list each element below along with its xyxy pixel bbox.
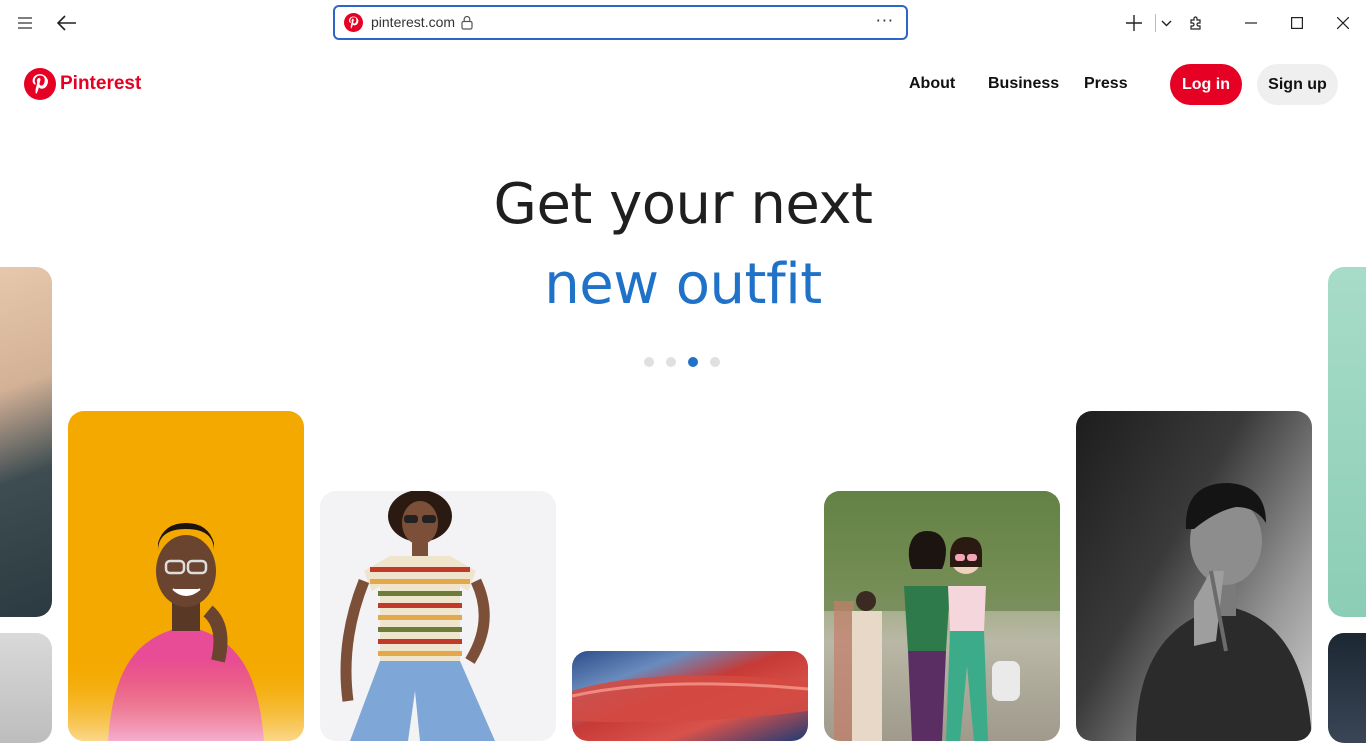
- url-text: pinterest.com: [371, 14, 456, 30]
- signup-button[interactable]: Sign up: [1257, 64, 1338, 105]
- nav-press-link[interactable]: Press: [1084, 75, 1128, 93]
- man-portrait-bw-image: [1136, 483, 1312, 741]
- person-pink-sweater-image: [68, 411, 304, 741]
- two-women-street-image: [824, 491, 1060, 741]
- browser-toolbar: pinterest.com ···: [0, 0, 1366, 46]
- pin-image-card[interactable]: [1328, 633, 1366, 743]
- extensions-puzzle-icon[interactable]: [1181, 8, 1211, 38]
- nav-about-link[interactable]: About: [909, 75, 955, 93]
- nav-business-link[interactable]: Business: [988, 75, 1059, 93]
- pinterest-favicon-icon: [344, 13, 363, 32]
- pin-image-card[interactable]: [1328, 267, 1366, 617]
- address-bar[interactable]: pinterest.com ···: [333, 5, 908, 40]
- hero-headline: Get your next: [493, 172, 873, 237]
- hero-subheadline: new outfit: [544, 252, 822, 317]
- pin-image-card[interactable]: [320, 491, 556, 741]
- pin-image-card[interactable]: [68, 411, 304, 741]
- close-icon[interactable]: [1328, 8, 1358, 38]
- menu-icon[interactable]: [10, 8, 40, 38]
- minimize-icon[interactable]: [1236, 8, 1266, 38]
- more-options-icon[interactable]: ···: [876, 11, 894, 30]
- pin-image-card[interactable]: [0, 633, 52, 743]
- pinterest-logo-icon: [24, 68, 56, 100]
- login-button[interactable]: Log in: [1170, 64, 1242, 105]
- pin-image-card[interactable]: [824, 491, 1060, 741]
- back-arrow-icon[interactable]: [52, 8, 82, 38]
- new-tab-plus-icon[interactable]: [1119, 8, 1149, 38]
- carousel-dot-active[interactable]: [688, 357, 698, 367]
- woman-striped-shirt-image: [340, 491, 495, 741]
- carousel-dot[interactable]: [666, 357, 676, 367]
- carousel-dot[interactable]: [644, 357, 654, 367]
- maximize-icon[interactable]: [1282, 8, 1312, 38]
- lock-icon: [461, 15, 473, 34]
- carousel-dots: [644, 357, 720, 367]
- logo-text: Pinterest: [60, 73, 142, 94]
- pinterest-logo[interactable]: Pinterest: [24, 68, 141, 100]
- carousel-dot[interactable]: [710, 357, 720, 367]
- chevron-down-icon[interactable]: [1151, 8, 1181, 38]
- pin-image-card[interactable]: [1076, 411, 1312, 741]
- pin-image-card[interactable]: [0, 267, 52, 617]
